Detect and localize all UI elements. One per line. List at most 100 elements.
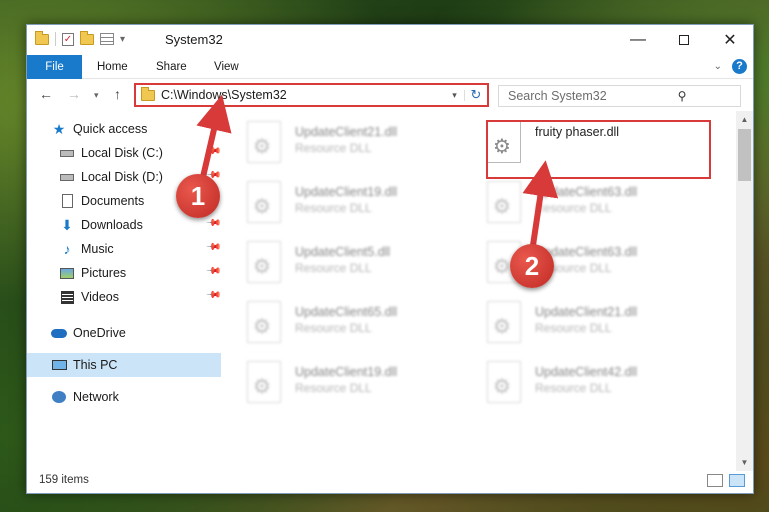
scroll-thumb[interactable] — [738, 129, 751, 181]
file-item[interactable]: UpdateClient19.dll Resource DLL — [237, 357, 467, 413]
videos-icon — [59, 290, 75, 304]
help-icon[interactable]: ? — [732, 59, 747, 74]
dll-file-icon — [247, 121, 281, 163]
up-arrow-icon[interactable]: ↑ — [114, 86, 121, 102]
recent-locations-chevron-icon[interactable]: ▾ — [94, 90, 99, 101]
pin-icon[interactable]: 📌 — [204, 239, 221, 256]
dll-file-icon — [487, 181, 521, 223]
tab-file[interactable]: File — [27, 55, 82, 79]
sidebar-item-label: Network — [73, 390, 119, 404]
expand-ribbon-icon[interactable]: ⌄ — [714, 61, 722, 72]
sidebar-item-label: Pictures — [81, 266, 127, 280]
file-type: Resource DLL — [295, 141, 372, 155]
sidebar-item-videos[interactable]: Videos 📌 — [27, 285, 221, 309]
sidebar-item-label: OneDrive — [73, 326, 126, 340]
file-type: Resource DLL — [295, 321, 372, 335]
file-item[interactable]: UpdateClient19.dll Resource DLL — [237, 177, 467, 233]
dll-file-icon — [487, 361, 521, 403]
pin-icon[interactable]: 📌 — [204, 287, 221, 304]
sidebar-item-label: Local Disk (C:) — [81, 146, 163, 160]
sidebar-item-label: Quick access — [73, 122, 148, 136]
file-name: UpdateClient63.dll — [535, 185, 638, 199]
sidebar-item-music[interactable]: ♪ Music 📌 — [27, 237, 222, 261]
search-icon[interactable]: ⚲ — [624, 89, 740, 103]
search-placeholder: Search System32 — [508, 89, 607, 103]
file-item[interactable]: UpdateClient5.dll Resource DLL — [237, 237, 467, 293]
file-item[interactable]: UpdateClient65.dll Resource DLL — [237, 297, 467, 353]
file-name: UpdateClient19.dll — [295, 185, 398, 199]
new-folder-icon[interactable] — [80, 30, 94, 45]
sidebar-item-label: Videos — [81, 290, 119, 304]
scroll-up-icon[interactable]: ▲ — [736, 111, 753, 128]
onedrive-icon — [51, 326, 67, 340]
file-name: UpdateClient5.dll — [295, 245, 391, 259]
navigation-pane: ★ Quick access Local Disk (C:) 📌 Local D… — [27, 117, 221, 457]
pin-icon[interactable]: 📌 — [204, 215, 221, 232]
file-explorer-window: ✓ ▾ System32 — ✕ File Home Share View ⌄ … — [26, 24, 754, 494]
file-type: Resource DLL — [535, 201, 612, 215]
sidebar-item-label: Local Disk (D:) — [81, 170, 163, 184]
forward-arrow-icon[interactable]: → — [67, 86, 81, 102]
file-item[interactable]: UpdateClient21.dll Resource DLL — [477, 297, 707, 353]
sidebar-item-label: This PC — [73, 358, 118, 372]
file-item[interactable]: UpdateClient42.dll Resource DLL — [477, 357, 707, 413]
file-type: Resource DLL — [295, 261, 372, 275]
folder-icon — [141, 86, 155, 101]
qat-dropdown-icon[interactable]: ▾ — [120, 34, 125, 45]
maximize-icon — [679, 35, 689, 45]
pin-icon[interactable]: 📌 — [204, 263, 221, 280]
tab-share[interactable]: Share — [144, 55, 199, 79]
this-pc-icon — [51, 358, 67, 372]
toolbar-divider — [55, 32, 56, 46]
navigation-bar: ← → ▾ ↑ C:\Windows\System32 ▾ ↻ Search S… — [27, 83, 753, 111]
large-icons-view-icon[interactable] — [729, 474, 745, 487]
sidebar-item-onedrive[interactable]: OneDrive — [27, 321, 221, 345]
title-bar: ✓ ▾ System32 — ✕ — [27, 25, 753, 55]
close-button[interactable]: ✕ — [707, 25, 753, 55]
refresh-icon[interactable]: ↻ — [465, 87, 487, 103]
properties-check-icon[interactable]: ✓ — [62, 32, 74, 46]
file-item[interactable]: UpdateClient63.dll Resource DLL — [477, 177, 707, 233]
back-arrow-icon[interactable]: ← — [39, 86, 53, 102]
step-badge-2: 2 — [510, 244, 554, 288]
sidebar-item-pictures[interactable]: Pictures 📌 — [27, 261, 221, 285]
file-name: UpdateClient65.dll — [295, 305, 398, 319]
sidebar-item-local-disk-c[interactable]: Local Disk (C:) 📌 — [27, 141, 221, 165]
search-input[interactable]: Search System32 ⚲ — [498, 85, 741, 107]
drive-icon — [59, 170, 75, 184]
details-view-icon[interactable] — [707, 474, 723, 487]
dll-file-icon — [247, 301, 281, 343]
file-type: Resource DLL — [535, 381, 612, 395]
sidebar-item-label: Downloads — [81, 218, 143, 232]
sidebar-item-this-pc[interactable]: This PC — [27, 353, 221, 377]
documents-icon — [59, 194, 75, 208]
customize-qat-icon[interactable] — [100, 33, 114, 45]
file-name: UpdateClient42.dll — [535, 365, 638, 379]
sidebar-item-network[interactable]: Network — [27, 385, 221, 409]
address-bar[interactable]: C:\Windows\System32 ▾ ↻ — [134, 83, 489, 107]
file-type: Resource DLL — [535, 321, 612, 335]
vertical-scrollbar[interactable]: ▲ ▼ — [736, 111, 753, 471]
minimize-button[interactable]: — — [615, 25, 661, 55]
dll-file-icon — [247, 361, 281, 403]
quick-access-toolbar: ✓ ▾ — [35, 30, 125, 46]
file-item[interactable]: UpdateClient21.dll Resource DLL — [237, 117, 467, 173]
tab-view[interactable]: View — [202, 55, 251, 79]
address-dropdown-icon[interactable]: ▾ — [445, 89, 465, 101]
tab-home[interactable]: Home — [85, 55, 140, 79]
maximize-button[interactable] — [661, 25, 707, 55]
file-name: UpdateClient21.dll — [295, 125, 398, 139]
ribbon-tabs: File Home Share View ⌄ ? — [27, 55, 753, 79]
sidebar-item-label: Documents — [81, 194, 145, 208]
dll-file-icon — [487, 301, 521, 343]
item-count: 159 items — [39, 474, 89, 486]
pin-icon[interactable]: 📌 — [204, 143, 221, 160]
sidebar-item-quick-access[interactable]: ★ Quick access — [27, 117, 221, 141]
pictures-icon — [59, 266, 75, 280]
sidebar-item-label: Music — [81, 242, 114, 256]
downloads-icon: ⬇ — [61, 216, 73, 233]
file-name: UpdateClient21.dll — [535, 305, 638, 319]
status-bar: 159 items — [27, 469, 753, 493]
file-type: Resource DLL — [295, 201, 372, 215]
address-path[interactable]: C:\Windows\System32 — [161, 88, 445, 102]
